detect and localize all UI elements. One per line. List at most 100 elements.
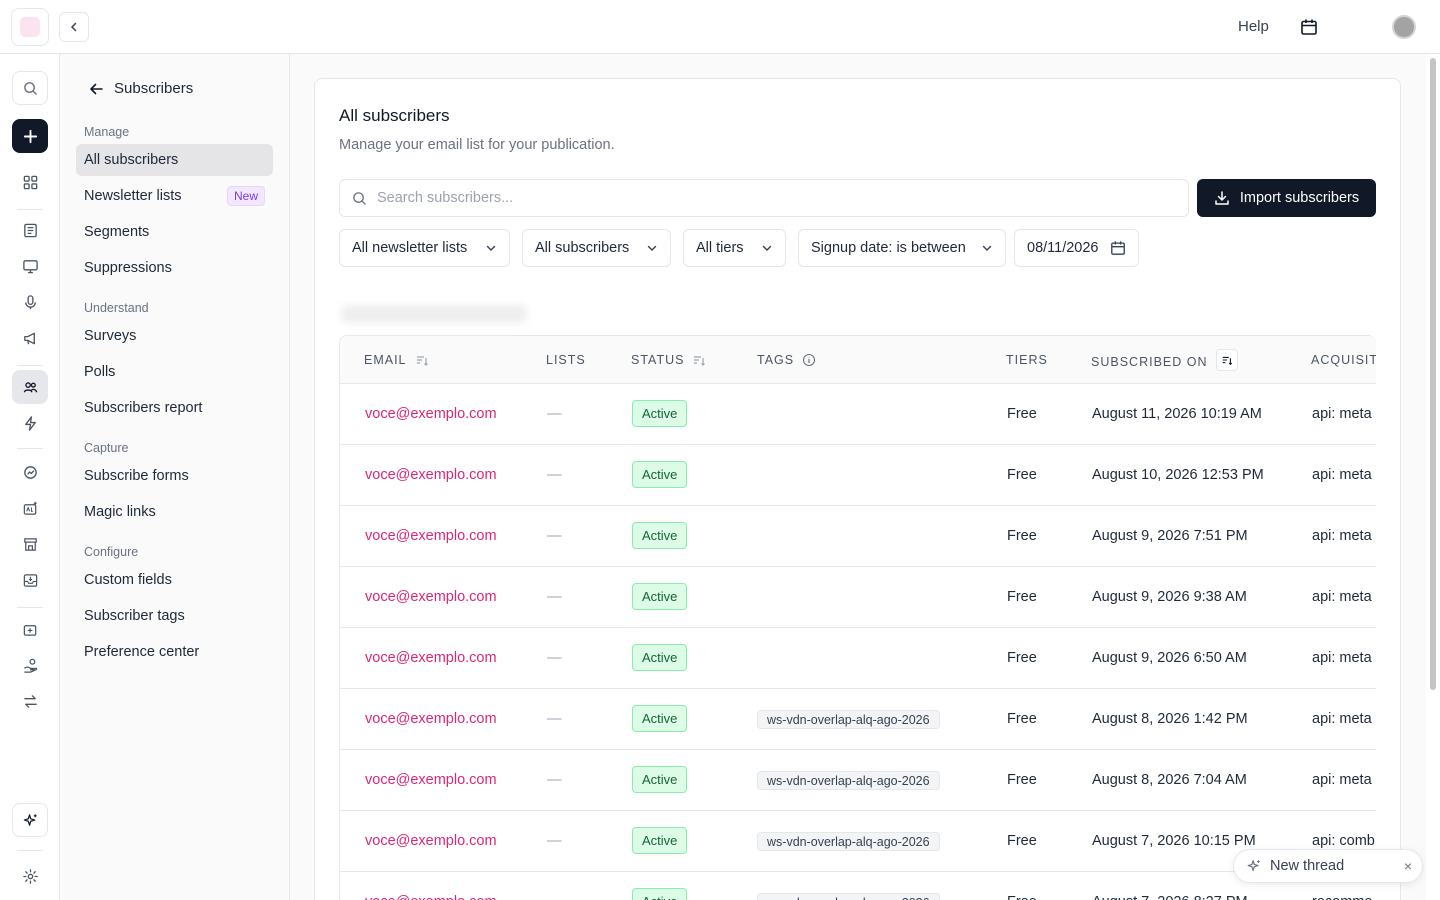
tiers-filter[interactable]: All tiers	[683, 229, 786, 267]
rail-automations-button[interactable]	[12, 406, 48, 440]
sidebar-item-magic-links[interactable]: Magic links	[76, 496, 273, 528]
rail-create-button[interactable]	[12, 119, 48, 153]
table-row[interactable]: voce@exemplo.com — Active Free August 9, 202…	[340, 506, 1376, 567]
collapse-sidebar-button[interactable]	[59, 12, 89, 42]
table-row[interactable]: voce@exemplo.com — Active ws-vdn-overlap-al…	[340, 872, 1376, 900]
subscriber-email[interactable]: voce@exemplo.com	[365, 711, 497, 727]
tier-cell: Free	[1007, 589, 1037, 605]
subscriber-email[interactable]: voce@exemplo.com	[365, 894, 497, 900]
table-row[interactable]: voce@exemplo.com — Active ws-vdn-overlap-al…	[340, 689, 1376, 750]
sidebar-item-label: Preference center	[84, 644, 200, 660]
sidebar-item-preference-center[interactable]: Preference center	[76, 636, 273, 668]
new-thread-pill[interactable]: New thread ×	[1233, 849, 1423, 883]
chevron-down-icon	[486, 245, 496, 251]
arrow-left-icon	[90, 83, 103, 94]
signup-date-filter[interactable]: Signup date: is between	[798, 229, 1006, 267]
chevron-left-icon	[70, 22, 77, 32]
date-picker[interactable]: 08/11/2026	[1014, 229, 1139, 267]
search-field[interactable]	[339, 179, 1189, 217]
rail-divider	[17, 850, 43, 851]
import-label: Import subscribers	[1239, 190, 1360, 206]
rail-transfers-button[interactable]	[12, 684, 48, 718]
rail-divider	[17, 365, 43, 366]
sidebar-item-subscriber-tags[interactable]: Subscriber tags	[76, 600, 273, 632]
rail-inbox-button[interactable]	[12, 563, 48, 597]
header-label: SUBSCRIBED ON	[1091, 355, 1208, 369]
table-row[interactable]: voce@exemplo.com — Active ws-vdn-overlap-al…	[340, 811, 1376, 872]
avatar[interactable]	[1392, 15, 1416, 39]
blurred-count	[341, 305, 527, 323]
subscriber-email[interactable]: voce@exemplo.com	[365, 650, 497, 666]
close-icon[interactable]: ×	[1404, 858, 1412, 874]
subscriber-email[interactable]: voce@exemplo.com	[365, 406, 497, 422]
header-subscribed-on[interactable]: SUBSCRIBED ON	[1091, 349, 1238, 371]
sidebar-item-surveys[interactable]: Surveys	[76, 320, 273, 352]
swap-icon	[23, 694, 37, 708]
rail-subscribers-button[interactable]	[12, 370, 48, 404]
rail-grow-button[interactable]	[12, 648, 48, 682]
tag-chip: ws-vdn-overlap-alq-ago-2026	[757, 893, 940, 900]
subscriber-email[interactable]: voce@exemplo.com	[365, 528, 497, 544]
section-configure: Configure	[84, 545, 139, 559]
back-to-subscribers[interactable]: Subscribers	[88, 80, 193, 97]
rail-boosts-button[interactable]	[12, 321, 48, 355]
rail-ai-button[interactable]	[12, 803, 48, 837]
table-row[interactable]: voce@exemplo.com — Active ws-vdn-overlap-al…	[340, 750, 1376, 811]
header-status[interactable]: STATUS	[631, 353, 706, 367]
lists-cell: —	[547, 406, 562, 422]
sidebar-item-suppressions[interactable]: Suppressions	[76, 252, 273, 284]
sidebar-item-subscribe-forms[interactable]: Subscribe forms	[76, 460, 273, 492]
rail-settings-button[interactable]	[12, 859, 48, 893]
table-row[interactable]: voce@exemplo.com — Active Free August 10, 20…	[340, 445, 1376, 506]
header-email[interactable]: EMAIL	[364, 353, 429, 367]
info-icon[interactable]	[802, 353, 816, 367]
logo-mark	[20, 17, 40, 37]
status-badge: Active	[632, 583, 688, 610]
subscriber-email[interactable]: voce@exemplo.com	[365, 467, 497, 483]
filter-label: All newsletter lists	[352, 240, 468, 256]
sort-toggle[interactable]	[1215, 349, 1238, 371]
status-badge: Active	[632, 766, 688, 793]
help-link[interactable]: Help	[1238, 18, 1269, 35]
subscribed-date: August 10, 2026 12:53 PM	[1092, 467, 1264, 483]
rail-shop-button[interactable]	[12, 527, 48, 561]
sparkle-icon	[1247, 860, 1260, 872]
search-input[interactable]	[377, 190, 1177, 206]
rail-posts-button[interactable]	[12, 213, 48, 247]
rail-search-button[interactable]	[12, 71, 48, 105]
sidebar-item-newsletter-lists[interactable]: Newsletter lists New	[76, 180, 273, 212]
scrollbar-thumb[interactable]	[1430, 58, 1436, 690]
subscriber-email[interactable]: voce@exemplo.com	[365, 589, 497, 605]
rail-analytics-button[interactable]	[12, 455, 48, 489]
publication-logo[interactable]	[11, 8, 49, 46]
rail-podcast-button[interactable]	[12, 285, 48, 319]
table-row[interactable]: voce@exemplo.com — Active Free August 11, 20…	[340, 384, 1376, 445]
table-row[interactable]: voce@exemplo.com — Active Free August 9, 202…	[340, 628, 1376, 689]
new-thread-label: New thread	[1270, 858, 1345, 874]
rail-dashboard-button[interactable]	[12, 165, 48, 199]
calendar-button[interactable]	[1298, 16, 1320, 38]
ad-icon	[23, 501, 37, 515]
lists-cell: —	[547, 467, 562, 483]
sort-icon[interactable]	[692, 353, 706, 367]
rail-sponsors-button[interactable]	[12, 612, 48, 646]
sidebar-item-all-subscribers[interactable]: All subscribers	[76, 144, 273, 176]
status-badge: Active	[632, 461, 688, 488]
sidebar-item-subscribers-report[interactable]: Subscribers report	[76, 392, 273, 424]
sidebar-item-segments[interactable]: Segments	[76, 216, 273, 248]
rail-ad-network-button[interactable]	[12, 491, 48, 525]
lists-filter[interactable]: All newsletter lists	[339, 229, 510, 267]
import-subscribers-button[interactable]: Import subscribers	[1197, 179, 1376, 217]
sidebar-item-custom-fields[interactable]: Custom fields	[76, 564, 273, 596]
rail-website-button[interactable]	[12, 249, 48, 283]
sidebar-item-polls[interactable]: Polls	[76, 356, 273, 388]
subscribers-filter[interactable]: All subscribers	[522, 229, 671, 267]
date-value: 08/11/2026	[1027, 240, 1099, 256]
subscriber-email[interactable]: voce@exemplo.com	[365, 772, 497, 788]
acquisition-cell: api: meta	[1312, 406, 1372, 422]
sort-icon[interactable]	[415, 353, 429, 367]
search-icon	[353, 191, 366, 205]
subscriber-email[interactable]: voce@exemplo.com	[365, 833, 497, 849]
page-scrollbar[interactable]	[1426, 54, 1440, 900]
table-row[interactable]: voce@exemplo.com — Active Free August 9, 202…	[340, 567, 1376, 628]
